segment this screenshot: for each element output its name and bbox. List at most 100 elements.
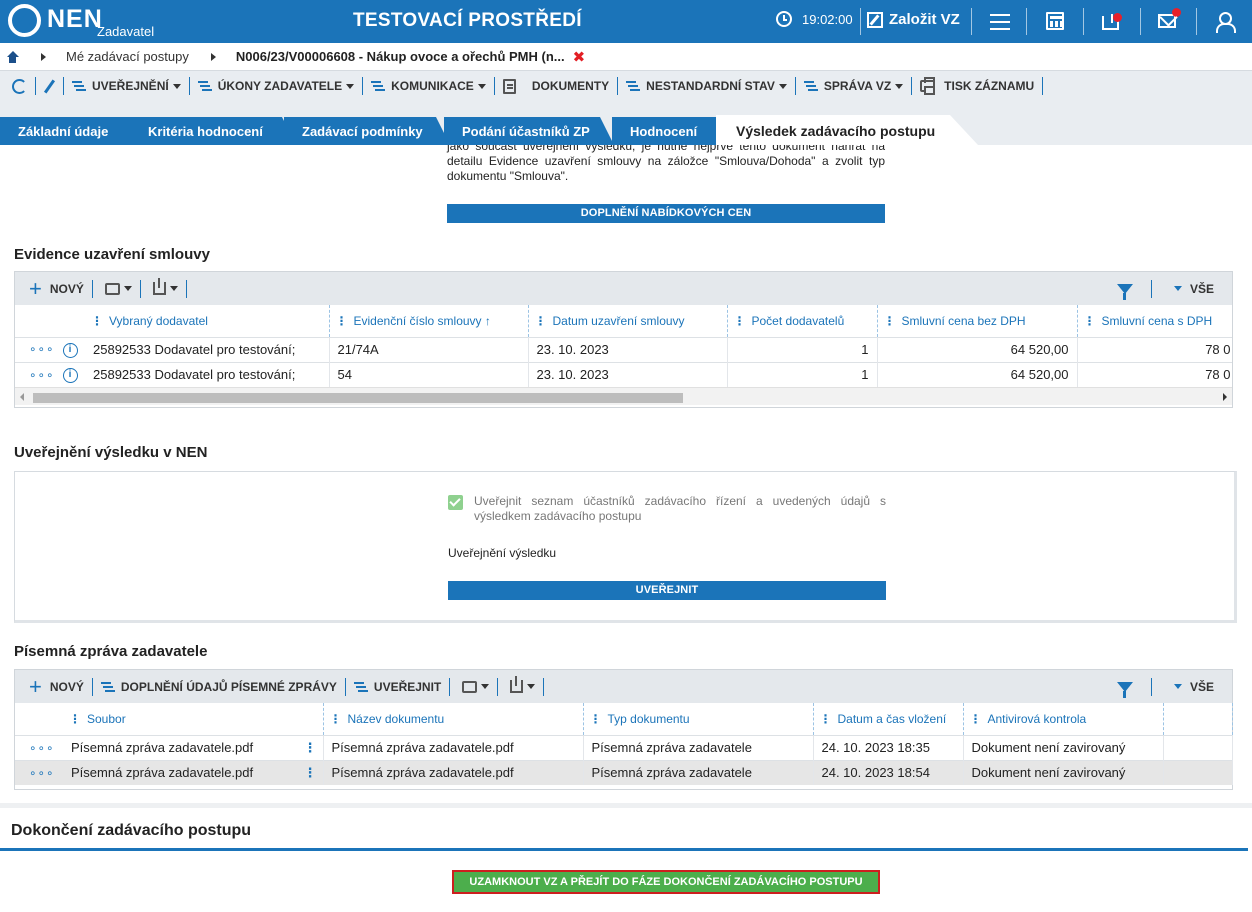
refresh-icon[interactable] <box>12 78 27 94</box>
divider <box>35 77 36 95</box>
caret-down-icon[interactable] <box>1173 286 1182 291</box>
divider <box>971 8 972 35</box>
inbox-icon[interactable] <box>1102 13 1122 30</box>
caret-down-icon[interactable] <box>527 684 536 689</box>
table-row[interactable]: ∘∘∘ i 25892533 Dodavatel pro testování; 5… <box>15 361 1232 387</box>
column-header[interactable]: ⋮ Počet dodavatelů <box>727 305 878 337</box>
main-content: jako součást uveřejnění výsledku, je nut… <box>0 145 1252 912</box>
column-header[interactable]: ⋮ Datum uzavření smlouvy <box>528 305 728 337</box>
caret-down-icon <box>346 83 355 89</box>
tab-evaluation-criteria[interactable]: Kritéria hodnocení <box>130 117 296 145</box>
list-icon <box>371 80 385 92</box>
tab-participant-submissions[interactable]: Podání účastníků ZP <box>444 117 614 145</box>
column-header[interactable]: ⋮ Název dokumentu <box>323 703 584 735</box>
caret-down-icon <box>895 83 904 89</box>
tab-evaluation[interactable]: Hodnocení <box>612 117 732 145</box>
list-icon <box>72 80 86 92</box>
divider <box>911 77 913 95</box>
view-all-label[interactable]: VŠE <box>1190 282 1214 296</box>
publish-button[interactable]: UVEŘEJNIT <box>448 581 886 600</box>
breadcrumb-item[interactable]: Mé zadávací postupy <box>66 49 189 64</box>
column-header[interactable]: ⋮ Soubor <box>63 703 324 735</box>
caret-down-icon[interactable] <box>481 684 490 689</box>
cell-contract-date: 23. 10. 2023 <box>528 361 728 387</box>
file-menu-icon[interactable]: ⋮ <box>304 740 317 756</box>
column-header[interactable]: ⋮ Datum a čas vložení <box>813 703 964 735</box>
printer-icon[interactable] <box>104 282 120 295</box>
list-icon <box>353 681 368 693</box>
caret-down-icon[interactable] <box>123 286 132 291</box>
caret-down-icon <box>477 83 486 89</box>
report-publish-button[interactable]: UVEŘEJNIT <box>353 680 441 694</box>
nen-logo[interactable]: NEN <box>8 4 103 39</box>
menu-contract-admin[interactable]: SPRÁVA VZ <box>803 79 904 93</box>
printer-icon[interactable] <box>462 680 478 693</box>
printer-icon <box>920 77 936 95</box>
lock-and-finish-button[interactable]: UZAMKNOUT VZ A PŘEJÍT DO FÁZE DOKONČENÍ … <box>452 870 880 894</box>
pencil-icon[interactable] <box>43 78 56 94</box>
breadcrumb-current[interactable]: N006/23/V00006608 - Nákup ovoce a ořechů… <box>236 49 565 64</box>
plus-icon[interactable]: + <box>29 277 42 299</box>
contracts-table: ⋮ Vybraný dodavatel ⋮ Evidenční číslo smlo… <box>15 305 1232 387</box>
close-icon[interactable]: ✖ <box>573 48 586 66</box>
column-header[interactable]: ⋮ Antivirová kontrola <box>963 703 1164 735</box>
publication-section-title: Uveřejnění výsledku v NEN <box>14 444 208 461</box>
export-icon[interactable] <box>510 676 524 693</box>
mail-icon[interactable] <box>1158 8 1181 28</box>
sort-ascending-icon: ↑ <box>484 313 491 328</box>
cell-file[interactable]: Písemná zpráva zadavatele.pdf <box>71 765 253 780</box>
divider <box>1140 8 1141 35</box>
menu-icon[interactable] <box>990 14 1010 32</box>
info-text: jako součást uveřejnění výsledku, je nut… <box>447 145 885 183</box>
print-record-button[interactable]: TISK ZÁZNAMU <box>920 77 1034 95</box>
column-header[interactable]: ⋮ Typ dokumentu <box>583 703 814 735</box>
menu-contracting-acts[interactable]: ÚKONY ZADAVATELE <box>197 79 355 93</box>
plus-icon[interactable]: + <box>29 675 42 697</box>
info-icon[interactable]: i <box>62 342 78 358</box>
divider <box>1150 677 1152 696</box>
contracts-new-button[interactable]: NOVÝ <box>50 282 84 296</box>
row-actions-icon[interactable]: ∘∘∘ <box>29 368 55 382</box>
caret-down-icon[interactable] <box>1173 684 1182 689</box>
report-table: ⋮ Soubor ⋮ Název dokumentu ⋮ Typ dokumentu … <box>15 703 1233 785</box>
scrollbar-thumb[interactable] <box>33 393 683 403</box>
home-icon[interactable] <box>6 50 19 63</box>
column-header[interactable]: ⋮ Vybraný dodavatel <box>85 305 330 337</box>
scroll-right-icon[interactable] <box>1223 393 1227 401</box>
table-row[interactable]: ∘∘∘ Písemná zpráva zadavatele.pdf ⋮ Písem… <box>15 759 1233 785</box>
divider <box>139 279 141 298</box>
report-fill-button[interactable]: DOPLNĚNÍ ÚDAJŮ PÍSEMNÉ ZPRÁVY <box>100 680 337 694</box>
menu-nonstandard-state[interactable]: NESTANDARDNÍ STAV <box>626 79 787 93</box>
list-icon <box>803 80 818 92</box>
menu-publication[interactable]: UVEŘEJNĚNÍ <box>72 79 181 93</box>
column-header[interactable]: ⋮ Evidenční číslo smlouvy ↑ <box>329 305 529 337</box>
export-icon[interactable] <box>152 278 166 295</box>
create-contract-button[interactable]: Založit VZ <box>867 11 960 28</box>
filter-icon[interactable] <box>1116 283 1133 300</box>
caret-down-icon[interactable] <box>169 286 178 291</box>
publish-participants-checkbox[interactable] <box>448 495 463 510</box>
tab-tender-conditions[interactable]: Zadávací podmínky <box>284 117 450 145</box>
info-icon[interactable]: i <box>62 367 78 383</box>
tab-procedure-result[interactable]: Výsledek zadávacího postupu <box>716 115 978 145</box>
user-icon[interactable] <box>1214 12 1236 33</box>
view-all-label[interactable]: VŠE <box>1190 680 1214 694</box>
horizontal-scrollbar[interactable] <box>15 387 1232 405</box>
scroll-left-icon[interactable] <box>20 393 24 401</box>
table-row[interactable]: ∘∘∘ i 25892533 Dodavatel pro testování; 2… <box>15 336 1232 362</box>
row-actions-icon[interactable]: ∘∘∘ <box>29 342 55 356</box>
filter-icon[interactable] <box>1116 681 1133 698</box>
cell-file[interactable]: Písemná zpráva zadavatele.pdf <box>71 740 253 755</box>
column-header[interactable]: ⋮ Smluvní cena bez DPH <box>877 305 1078 337</box>
table-row[interactable]: ∘∘∘ Písemná zpráva zadavatele.pdf ⋮ Písem… <box>15 734 1233 760</box>
report-new-button[interactable]: NOVÝ <box>50 680 84 694</box>
calculator-icon[interactable] <box>1046 12 1064 30</box>
row-actions-icon[interactable]: ∘∘∘ <box>29 741 55 755</box>
column-header[interactable]: ⋮ Smluvní cena s DPH <box>1077 305 1232 337</box>
menu-documents[interactable]: DOKUMENTY <box>502 78 609 94</box>
file-menu-icon[interactable]: ⋮ <box>304 765 317 781</box>
row-actions-icon[interactable]: ∘∘∘ <box>29 766 55 780</box>
tab-basic-data[interactable]: Základní údaje <box>0 117 145 145</box>
supplement-prices-button[interactable]: DOPLNĚNÍ NABÍDKOVÝCH CEN <box>447 204 885 223</box>
menu-communication[interactable]: KOMUNIKACE <box>371 79 486 93</box>
